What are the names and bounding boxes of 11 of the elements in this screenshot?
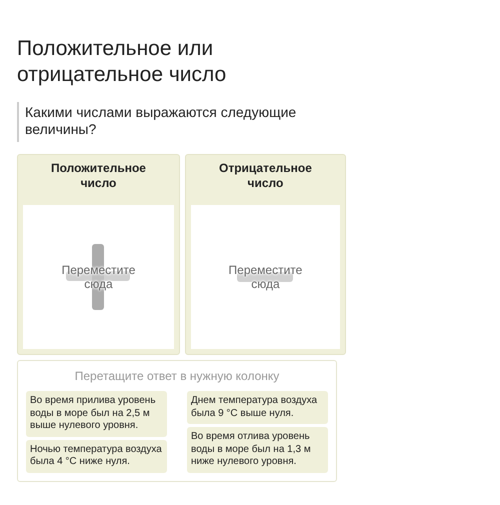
drag-hint: Перетащите ответ в нужную колонку xyxy=(74,369,280,383)
answer-card[interactable]: Во время отлива уровень воды в море был на 1,3 м ниже нулевого уровня. xyxy=(187,427,328,472)
question-text: Какими числами выражаются следующие величины? xyxy=(17,102,337,142)
answer-card[interactable]: Во время прилива уровень воды в море был на 2,5 м выше нулевого уровня. xyxy=(26,391,167,436)
column-heading: Положительное число xyxy=(50,161,147,192)
drop-zone[interactable]: Переместите сюда xyxy=(190,205,340,349)
drop-zone[interactable]: Переместите сюда xyxy=(23,205,174,349)
column-heading: Отрицательное число xyxy=(218,161,313,192)
answer-card[interactable]: Ночью температура воздуха была 4 °С ниже нуля. xyxy=(26,440,167,472)
answer-card[interactable]: Днем температура воздуха была 9 °С выше нуля. xyxy=(187,391,328,424)
page-title: Положительное или отрицательное число xyxy=(17,36,228,88)
